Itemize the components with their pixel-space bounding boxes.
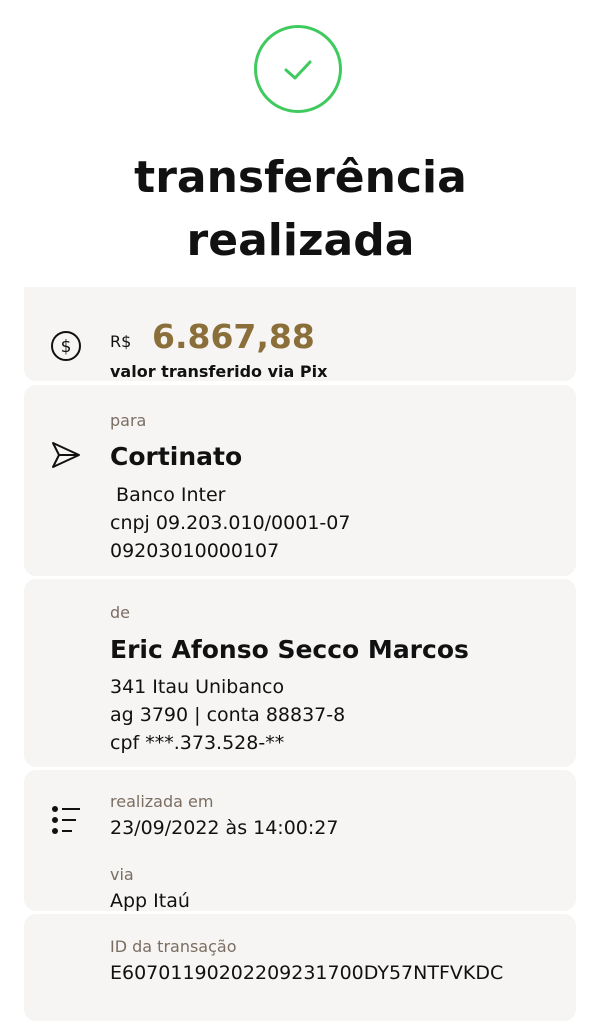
details-card: realizada em 23/09/2022 às 14:00:27 via … bbox=[24, 770, 576, 912]
amount-value: 6.867,88 bbox=[152, 317, 315, 356]
via-label: via bbox=[110, 865, 134, 884]
sender-account: ag 3790 | conta 88837-8 bbox=[110, 704, 346, 726]
date-label: realizada em bbox=[110, 792, 214, 811]
sender-label: de bbox=[110, 603, 130, 622]
recipient-bank: Banco Inter bbox=[110, 484, 226, 506]
dollar-circle-icon: $ bbox=[50, 330, 82, 366]
sender-bank: 341 Itau Unibanco bbox=[110, 676, 285, 698]
recipient-card: para Cortinato Banco Inter cnpj 09.203.0… bbox=[24, 385, 576, 576]
send-icon bbox=[50, 440, 82, 474]
list-icon bbox=[50, 804, 82, 840]
recipient-label: para bbox=[110, 411, 147, 430]
recipient-account: 09203010000107 bbox=[110, 540, 280, 562]
transaction-id-value: E60701190202209231700DY57NTFVKDC bbox=[110, 962, 504, 984]
amount-card: $ R$ 6.867,88 valor transferido via Pix bbox=[24, 287, 576, 381]
transaction-id-label: ID da transação bbox=[110, 937, 237, 956]
recipient-document: cnpj 09.203.010/0001-07 bbox=[110, 512, 351, 534]
transaction-id-card: ID da transação E60701190202209231700DY5… bbox=[24, 914, 576, 1021]
page-title: transferência realizada bbox=[0, 146, 601, 272]
title-line-1: transferência bbox=[134, 152, 467, 203]
sender-card: de Eric Afonso Secco Marcos 341 Itau Uni… bbox=[24, 579, 576, 767]
svg-text:$: $ bbox=[61, 337, 72, 357]
check-mark-icon bbox=[284, 60, 312, 80]
sender-document: cpf ***.373.528-** bbox=[110, 732, 285, 754]
amount-description: valor transferido via Pix bbox=[110, 362, 328, 381]
check-circle-icon bbox=[254, 25, 342, 113]
date-value: 23/09/2022 às 14:00:27 bbox=[110, 817, 339, 839]
recipient-name: Cortinato bbox=[110, 442, 243, 471]
currency-symbol: R$ bbox=[110, 332, 132, 351]
sender-name: Eric Afonso Secco Marcos bbox=[110, 635, 469, 664]
via-value: App Itaú bbox=[110, 890, 190, 912]
title-line-2: realizada bbox=[186, 215, 415, 266]
